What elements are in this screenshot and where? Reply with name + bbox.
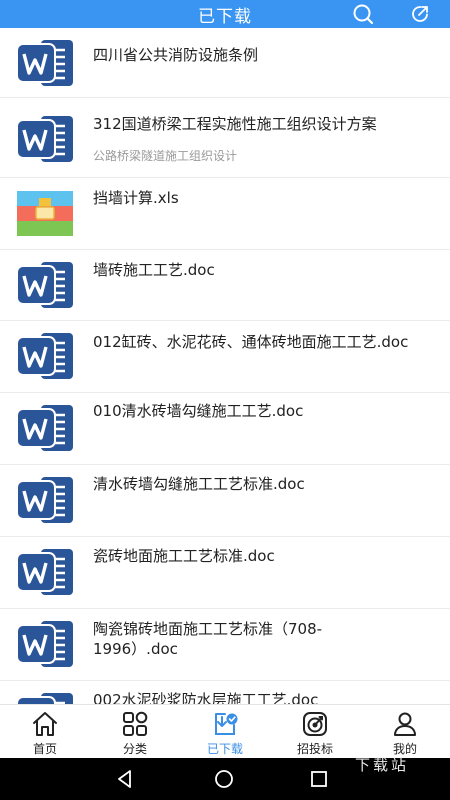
list-item[interactable]: 四川省公共消防设施条例 <box>0 28 450 98</box>
watermark-text: 下载站 <box>355 756 410 774</box>
profile-icon <box>394 712 416 736</box>
tab-bidding[interactable]: 招投标 <box>270 705 360 758</box>
list-item[interactable]: 陶瓷锦砖地面施工工艺标准（708-1996）.doc <box>0 609 450 681</box>
list-item[interactable]: 312国道桥梁工程实施性施工组织设计方案 公路桥梁隧道施工组织设计 <box>0 98 450 178</box>
list-item[interactable]: 墙砖施工工艺.doc <box>0 250 450 321</box>
home-circle-icon[interactable] <box>213 768 235 790</box>
file-title: 瓷砖地面施工工艺标准.doc <box>93 547 275 565</box>
list-item[interactable]: 002水泥砂浆防水层施工工艺.doc <box>0 681 450 704</box>
word-doc-icon <box>16 693 73 704</box>
tab-label: 已下载 <box>206 742 243 756</box>
file-title: 002水泥砂浆防水层施工工艺.doc <box>93 691 319 704</box>
tab-label: 首页 <box>32 742 57 756</box>
file-title: 010清水砖墙勾缝施工工艺.doc <box>93 402 304 420</box>
target-icon <box>303 712 327 736</box>
tab-home[interactable]: 首页 <box>0 705 90 758</box>
tab-profile[interactable]: 我的 <box>360 705 450 758</box>
file-title: 312国道桥梁工程实施性施工组织设计方案 <box>93 115 377 133</box>
word-doc-icon <box>16 116 73 162</box>
archive-file-icon <box>17 191 73 236</box>
recents-icon[interactable] <box>308 768 330 790</box>
file-subtitle: 公路桥梁隧道施工组织设计 <box>93 149 238 163</box>
word-doc-icon <box>16 40 73 86</box>
word-doc-icon <box>16 621 73 667</box>
word-doc-icon <box>16 549 73 595</box>
file-title: 四川省公共消防设施条例 <box>93 46 259 64</box>
page-title: 已下载 <box>198 6 252 27</box>
downloaded-icon <box>215 713 238 735</box>
header-bar: 已下载 <box>0 0 450 28</box>
back-icon[interactable] <box>114 768 136 790</box>
tab-category[interactable]: 分类 <box>90 705 180 758</box>
word-doc-icon <box>16 333 73 379</box>
word-doc-icon <box>16 262 73 308</box>
search-button[interactable] <box>351 2 375 26</box>
word-doc-icon <box>16 477 73 523</box>
share-icon <box>412 6 428 22</box>
system-navigation-bar: 下载站 <box>0 756 450 800</box>
download-list: 四川省公共消防设施条例 312国道桥梁工程实施性施工组织设计方案 公路桥梁隧道施… <box>0 28 450 704</box>
tab-downloaded[interactable]: 已下载 <box>180 705 270 758</box>
file-title: 清水砖墙勾缝施工工艺标准.doc <box>93 475 305 493</box>
file-title: 陶瓷锦砖地面施工工艺标准（708-1996）.doc <box>93 620 323 658</box>
list-item[interactable]: 010清水砖墙勾缝施工工艺.doc <box>0 393 450 465</box>
share-button[interactable] <box>408 2 432 26</box>
search-icon <box>353 4 374 25</box>
category-grid-icon <box>123 711 148 736</box>
home-icon <box>33 712 57 736</box>
list-item[interactable]: 瓷砖地面施工工艺标准.doc <box>0 537 450 609</box>
list-item[interactable]: 清水砖墙勾缝施工工艺标准.doc <box>0 465 450 537</box>
file-title: 挡墙计算.xls <box>93 189 179 207</box>
tab-label: 招投标 <box>296 742 333 756</box>
list-item[interactable]: 挡墙计算.xls <box>0 178 450 250</box>
word-doc-icon <box>16 405 73 451</box>
bottom-tab-bar: 首页 分类 已下载 招投标 我的 <box>0 704 450 758</box>
file-title: 012缸砖、水泥花砖、通体砖地面施工工艺.doc <box>93 333 409 351</box>
list-item[interactable]: 012缸砖、水泥花砖、通体砖地面施工工艺.doc <box>0 321 450 393</box>
file-title: 墙砖施工工艺.doc <box>93 261 215 279</box>
tab-label: 分类 <box>122 742 147 756</box>
app-root: 已下载 四川省公共消防设施条例 312国道桥梁工程实施性施工组织设计方案 公路桥… <box>0 0 450 800</box>
